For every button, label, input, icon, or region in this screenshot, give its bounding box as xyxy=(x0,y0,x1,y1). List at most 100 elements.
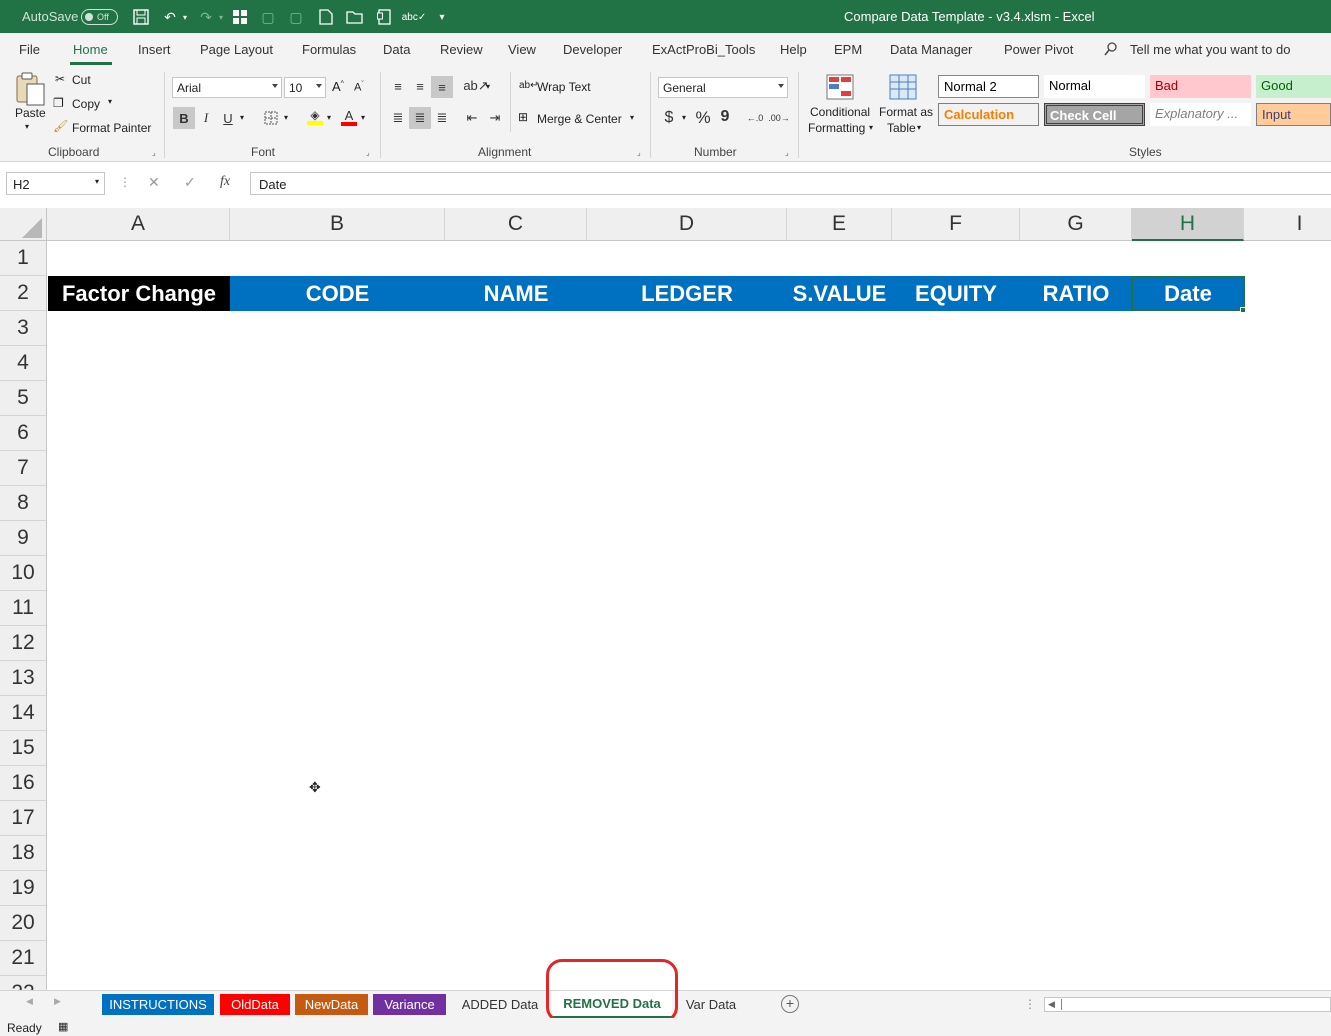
format-painter-icon[interactable]: 🖌 xyxy=(53,119,68,133)
borders-dropdown-icon[interactable]: ▾ xyxy=(284,113,288,122)
row-header-13[interactable]: 13 xyxy=(0,661,47,696)
sheet-tab-old-data[interactable]: OldData xyxy=(220,994,290,1015)
column-header-e[interactable]: E xyxy=(787,208,892,241)
tell-me-input[interactable]: Tell me what you want to do xyxy=(1130,42,1290,57)
font-color-dropdown-icon[interactable]: ▾ xyxy=(361,113,365,122)
align-left-icon[interactable]: ≣ xyxy=(387,107,409,129)
menu-review[interactable]: Review xyxy=(440,42,483,57)
copy-icon[interactable]: ❐ xyxy=(53,96,64,110)
number-launcher-icon[interactable]: ⌟ xyxy=(785,148,789,157)
menu-data[interactable]: Data xyxy=(383,42,410,57)
column-header-h[interactable]: H xyxy=(1132,208,1244,241)
open-folder-icon[interactable] xyxy=(344,7,366,27)
menu-exactprobi-tools[interactable]: ExActProBi_Tools xyxy=(652,42,755,57)
cell-d2-ledger[interactable]: LEDGER xyxy=(587,276,787,311)
row-header-8[interactable]: 8 xyxy=(0,486,47,521)
column-header-i[interactable]: I xyxy=(1244,208,1331,241)
underline-button[interactable]: U xyxy=(217,107,239,129)
row-header-14[interactable]: 14 xyxy=(0,696,47,731)
align-right-icon[interactable]: ≣ xyxy=(431,107,453,129)
row-header-12[interactable]: 12 xyxy=(0,626,47,661)
fill-color-icon[interactable]: ◈ xyxy=(304,106,326,128)
row-header-21[interactable]: 21 xyxy=(0,941,47,976)
macro-record-icon[interactable]: ▦ xyxy=(58,1020,68,1033)
style-normal-2[interactable]: Normal 2 xyxy=(938,75,1039,98)
column-header-g[interactable]: G xyxy=(1020,208,1132,241)
style-input[interactable]: Input xyxy=(1256,103,1331,126)
row-header-7[interactable]: 7 xyxy=(0,451,47,486)
row-header-15[interactable]: 15 xyxy=(0,731,47,766)
menu-developer[interactable]: Developer xyxy=(563,42,622,57)
menu-file[interactable]: File xyxy=(19,42,40,57)
menu-epm[interactable]: EPM xyxy=(834,42,862,57)
redo-dropdown-icon[interactable]: ▾ xyxy=(216,7,226,27)
column-header-c[interactable]: C xyxy=(445,208,587,241)
copy-button[interactable]: Copy xyxy=(72,97,100,111)
row-header-16[interactable]: 16 xyxy=(0,766,47,801)
row-header-9[interactable]: 9 xyxy=(0,521,47,556)
search-icon[interactable] xyxy=(1104,42,1118,59)
cell-e2-s-value[interactable]: S.VALUE xyxy=(787,276,892,311)
splitter-grip-icon[interactable]: ⋮ xyxy=(1024,997,1036,1011)
bold-button[interactable]: B xyxy=(173,107,195,129)
customize-toolbar-icon[interactable]: ▾ xyxy=(434,7,450,27)
paste-format-icon[interactable]: ▢ xyxy=(286,7,306,27)
paste-button[interactable]: Paste xyxy=(15,106,46,120)
comma-button[interactable]: 9 xyxy=(714,106,736,128)
font-size-select[interactable]: 10 xyxy=(284,77,326,98)
conditional-formatting-icon[interactable] xyxy=(826,74,856,102)
menu-view[interactable]: View xyxy=(508,42,536,57)
increase-decimal-icon[interactable]: ←.0 xyxy=(744,107,766,129)
align-center-icon[interactable]: ≣ xyxy=(409,107,431,129)
format-as-table-label[interactable]: Format as xyxy=(879,105,933,119)
increase-indent-icon[interactable]: ⇥ xyxy=(484,107,506,129)
conditional-formatting-label-2[interactable]: Formatting xyxy=(808,121,865,135)
fill-handle[interactable] xyxy=(1240,307,1246,313)
style-normal[interactable]: Normal xyxy=(1044,75,1145,98)
column-header-f[interactable]: F xyxy=(892,208,1020,241)
cancel-entry-icon[interactable]: ✕ xyxy=(148,174,160,191)
column-header-a[interactable]: A xyxy=(47,208,230,241)
row-header-18[interactable]: 18 xyxy=(0,836,47,871)
merge-center-icon[interactable]: ⊞ xyxy=(518,110,528,124)
merge-center-button[interactable]: Merge & Center xyxy=(537,112,622,126)
style-check-cell[interactable]: Check Cell xyxy=(1044,103,1145,126)
new-document-icon[interactable] xyxy=(316,7,336,27)
format-as-table-dropdown-icon[interactable]: ▾ xyxy=(917,123,921,132)
menu-insert[interactable]: Insert xyxy=(138,42,171,57)
currency-dropdown-icon[interactable]: ▾ xyxy=(682,113,686,122)
sheet-tab-new-data[interactable]: NewData xyxy=(295,994,368,1015)
orientation-dropdown-icon[interactable]: ▾ xyxy=(486,82,490,91)
save-icon[interactable] xyxy=(130,7,152,27)
select-all-corner[interactable] xyxy=(0,208,47,241)
cell-f2-equity[interactable]: EQUITY xyxy=(892,276,1020,311)
print-preview-icon[interactable] xyxy=(374,7,394,27)
paste-values-icon[interactable]: ▢ xyxy=(258,7,278,27)
menu-help[interactable]: Help xyxy=(780,42,807,57)
align-middle-icon[interactable]: ≡ xyxy=(409,75,431,97)
worksheet-grid[interactable]: A B C D E F G H I 1 2 3 4 5 6 7 8 9 10 11 12 13 14 15 1… xyxy=(0,206,1331,990)
decrease-font-icon[interactable]: Aˇ xyxy=(354,81,364,94)
menu-page-layout[interactable]: Page Layout xyxy=(200,42,273,57)
number-format-select[interactable]: General xyxy=(658,77,788,98)
row-header-1[interactable]: 1 xyxy=(0,241,47,276)
cell-h2-date[interactable]: Date xyxy=(1131,276,1245,311)
style-explanatory[interactable]: Explanatory ... xyxy=(1150,103,1251,126)
cell-c2-name[interactable]: NAME xyxy=(445,276,587,311)
style-bad[interactable]: Bad xyxy=(1150,75,1251,98)
row-header-17[interactable]: 17 xyxy=(0,801,47,836)
cell-a2-factor-change[interactable]: Factor Change xyxy=(48,276,230,311)
formula-input[interactable]: Date xyxy=(250,172,1331,195)
confirm-entry-icon[interactable]: ✓ xyxy=(184,174,196,191)
row-header-22[interactable]: 22 xyxy=(0,976,47,990)
name-box[interactable]: H2 ▾ xyxy=(6,172,105,195)
orientation-icon[interactable]: ab↗ xyxy=(463,75,488,97)
row-header-4[interactable]: 4 xyxy=(0,346,47,381)
menu-power-pivot[interactable]: Power Pivot xyxy=(1004,42,1073,57)
scroll-tabs-right-icon[interactable]: ▶ xyxy=(54,996,61,1007)
cell-b2-code[interactable]: CODE xyxy=(230,276,445,311)
format-as-table-label-2[interactable]: Table xyxy=(887,121,916,135)
style-good[interactable]: Good xyxy=(1256,75,1331,98)
alignment-launcher-icon[interactable]: ⌟ xyxy=(637,148,641,157)
decrease-decimal-icon[interactable]: .00→ xyxy=(768,107,790,129)
